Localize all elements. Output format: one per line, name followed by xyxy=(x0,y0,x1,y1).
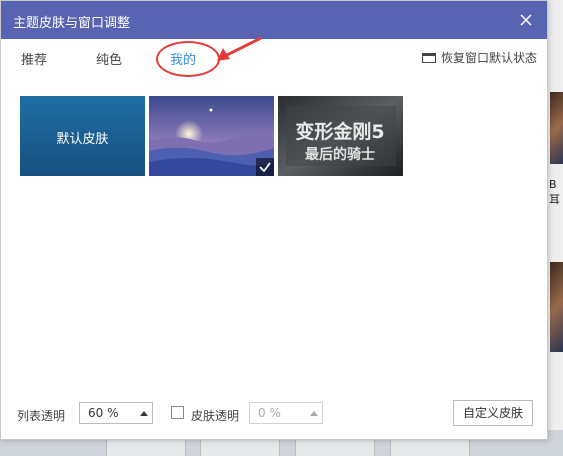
poster-title: 变形金刚5 xyxy=(295,120,384,143)
skin-dialog: 主题皮肤与窗口调整 推荐 纯色 我的 恢复窗口默认状态 默认皮肤 变形金刚5 最… xyxy=(0,0,548,440)
list-transparency-select[interactable]: 60 % xyxy=(79,402,153,424)
tab-solid-color[interactable]: 纯色 xyxy=(96,49,122,68)
dialog-footer: 列表透明 60 % 皮肤透明 0 % 自定义皮肤 xyxy=(1,399,547,431)
checkmark-icon xyxy=(259,162,271,173)
list-transparency-value: 60 % xyxy=(88,406,119,420)
skin-thumbnail-dusk[interactable] xyxy=(149,96,274,176)
dialog-titlebar: 主题皮肤与窗口调整 xyxy=(1,1,547,39)
dialog-title: 主题皮肤与窗口调整 xyxy=(13,16,131,31)
window-icon xyxy=(421,52,436,63)
poster-subtitle: 最后的骑士 xyxy=(305,146,375,163)
skin-thumbnail-default[interactable]: 默认皮肤 xyxy=(20,96,145,176)
tab-bar: 推荐 纯色 我的 恢复窗口默认状态 xyxy=(1,39,547,77)
custom-skin-button[interactable]: 自定义皮肤 xyxy=(453,400,533,426)
background-partial-text: B耳 xyxy=(549,178,560,206)
background-thumbnail xyxy=(550,262,563,352)
tab-recommended[interactable]: 推荐 xyxy=(21,49,47,68)
restore-default-label: 恢复窗口默认状态 xyxy=(440,51,537,65)
background-app-strip xyxy=(548,0,563,456)
skin-transparency-checkbox[interactable] xyxy=(171,406,184,419)
close-icon xyxy=(520,14,532,26)
background-thumbnail xyxy=(550,92,563,164)
selected-check xyxy=(256,158,274,176)
skin-transparency-select[interactable]: 0 % xyxy=(249,402,323,424)
skin-thumbnail-transformers[interactable]: 变形金刚5 最后的骑士 xyxy=(278,96,403,176)
list-transparency-label: 列表透明 xyxy=(17,409,66,423)
skin-transparency-value: 0 % xyxy=(258,406,281,420)
annotation-arrow-icon xyxy=(217,36,262,61)
caret-up-icon xyxy=(140,411,148,416)
restore-default-button[interactable]: 恢复窗口默认状态 xyxy=(421,49,537,66)
close-button[interactable] xyxy=(513,7,539,33)
caret-up-icon xyxy=(310,411,318,416)
annotation-circle xyxy=(156,41,220,77)
skin-transparency-label: 皮肤透明 xyxy=(191,409,240,423)
movie-poster-image: 变形金刚5 最后的骑士 xyxy=(278,96,403,176)
skin-label: 默认皮肤 xyxy=(56,132,109,147)
